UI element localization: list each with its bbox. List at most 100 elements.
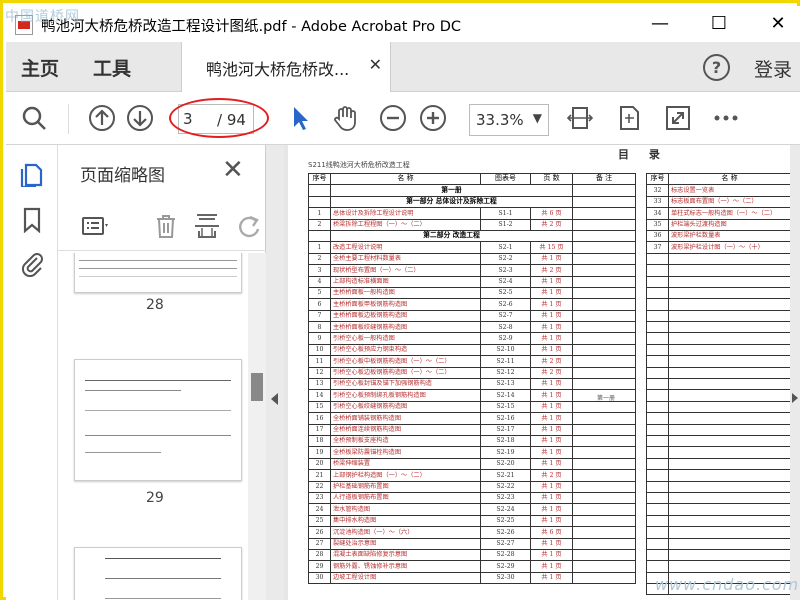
thumbnail-scrollbar[interactable] xyxy=(248,253,266,600)
empty-row xyxy=(646,252,790,266)
blank-cell xyxy=(646,491,669,505)
row-code: S2-20 xyxy=(480,457,531,471)
login-button[interactable]: 登录 xyxy=(754,55,792,82)
table-row: 24 泄水管构造图 S2-24 共 1 页 xyxy=(308,503,636,516)
blank-cell xyxy=(646,526,669,539)
row-name: 集中排水构造图 xyxy=(330,514,481,528)
row-pages: 共 2 页 xyxy=(530,366,573,380)
row-pages: 共 1 页 xyxy=(530,423,573,437)
empty-row xyxy=(646,298,790,311)
row-name: 沉淀池构造图（一）～（六） xyxy=(330,526,481,539)
thumbnail-page-30[interactable] xyxy=(74,547,242,600)
tools-menu[interactable]: 工具 xyxy=(93,54,131,81)
blank-cell xyxy=(668,366,790,380)
col-header: 序号 xyxy=(308,172,331,186)
row-remark xyxy=(572,469,636,482)
row-number: 20 xyxy=(308,457,331,471)
scrollbar-thumb[interactable] xyxy=(251,373,263,401)
collapse-right-panel-handle[interactable] xyxy=(790,145,800,600)
document-view[interactable]: S211线鸭池河大桥危桥改造工程 目 录 序号 名 称 图表号 页 数 备 注 … xyxy=(284,145,790,600)
row-code: S2-9 xyxy=(480,332,531,345)
row-number: 4 xyxy=(308,275,331,288)
close-tab-icon[interactable]: ✕ xyxy=(369,55,382,74)
attachment-icon[interactable] xyxy=(19,251,45,278)
close-button[interactable]: ✕ xyxy=(762,10,794,38)
row-name: 单柱式标志一般构造图（一）～（二） xyxy=(668,207,790,220)
row-name: 上部构造标准横面图 xyxy=(330,275,481,288)
row-name: 上部钢护栏构造图（一）～（二） xyxy=(330,469,481,482)
row-number: 36 xyxy=(646,229,669,243)
previous-page-icon[interactable] xyxy=(88,104,116,132)
document-tab[interactable]: 鸭池河大桥危桥改... ✕ xyxy=(181,42,391,92)
empty-row xyxy=(646,378,790,391)
minimize-button[interactable]: — xyxy=(644,10,676,38)
table-row: 6 主桥桥面板甲板钢筋构造图 S2-6 共 1 页 xyxy=(308,298,636,311)
search-icon[interactable] xyxy=(20,104,48,132)
row-pages: 共 1 页 xyxy=(530,252,573,266)
delete-page-icon[interactable] xyxy=(151,211,181,241)
blank-cell xyxy=(646,343,669,357)
document-heading: S211线鸭池河大桥危桥改造工程 xyxy=(308,161,410,169)
table-row: 29 钢筋外露、锈蚀修补示意图 S2-29 共 1 页 xyxy=(308,560,636,573)
row-remark xyxy=(572,537,636,550)
table-row: 33 标志板面布置图（一）～（二） xyxy=(646,195,790,209)
blank-cell xyxy=(646,355,669,368)
thumbnail-options-icon[interactable] xyxy=(80,211,110,241)
table-row: 8 主桥桥面板绞缝钢筋构造图 S2-8 共 1 页 xyxy=(308,321,636,334)
zoom-out-icon[interactable] xyxy=(379,104,407,132)
maximize-button[interactable]: ☐ xyxy=(703,10,735,38)
fit-page-icon[interactable] xyxy=(566,104,594,132)
row-code: S2-10 xyxy=(480,343,531,357)
full-screen-icon[interactable] xyxy=(664,104,692,132)
close-panel-icon[interactable]: ✕ xyxy=(222,155,244,185)
row-remark xyxy=(572,355,636,368)
blank-cell xyxy=(646,332,669,345)
table-row: 2 全桥主要工程材料数量表 S2-2 共 1 页 xyxy=(308,252,636,266)
row-number: 16 xyxy=(308,412,331,425)
collapse-left-panel-handle[interactable] xyxy=(266,145,284,600)
zoom-select[interactable]: 33.3% ▼ xyxy=(469,104,549,136)
row-remark xyxy=(572,480,636,493)
table-row: 23 人行道板钢筋布置图 S2-23 共 1 页 xyxy=(308,491,636,505)
fit-width-icon[interactable] xyxy=(615,104,643,132)
hand-tool-icon[interactable] xyxy=(331,104,359,132)
navigation-rail xyxy=(6,145,58,600)
empty-row xyxy=(646,286,790,300)
page-thumbnails-icon[interactable] xyxy=(19,161,45,189)
row-remark xyxy=(572,503,636,516)
row-remark xyxy=(572,412,636,425)
blank-cell xyxy=(646,469,669,482)
thumbnail-page-28[interactable] xyxy=(74,253,242,293)
select-cursor-icon[interactable] xyxy=(286,104,314,132)
empty-row xyxy=(646,446,790,459)
rotate-page-icon[interactable] xyxy=(234,211,264,241)
blank-cell xyxy=(668,514,790,528)
row-remark xyxy=(572,241,636,254)
zoom-in-icon[interactable] xyxy=(419,104,447,132)
row-remark xyxy=(572,560,636,573)
blank-cell xyxy=(668,503,790,516)
help-icon[interactable]: ? xyxy=(703,54,730,81)
thumbnail-page-29[interactable] xyxy=(74,359,242,481)
extract-page-icon[interactable] xyxy=(192,211,222,241)
row-name: 全桥桥面连续钢筋构造图 xyxy=(330,423,481,437)
row-name: 引桥空心板中板钢筋构造图（一）～（二） xyxy=(330,355,481,368)
document-tab-label: 鸭池河大桥危桥改... xyxy=(206,60,350,79)
table-row: 14 引桥空心板预制绑孔板钢筋构造图 S2-14 共 1 页 xyxy=(308,389,636,402)
next-page-icon[interactable] xyxy=(126,104,154,132)
thumbnail-label: 29 xyxy=(146,490,164,506)
row-number: 13 xyxy=(308,378,331,391)
bookmark-icon[interactable] xyxy=(19,207,45,234)
row-number: 8 xyxy=(308,321,331,334)
table-row: 26 沉淀池构造图（一）～（六） S2-26 共 6 页 xyxy=(308,526,636,539)
more-tools-icon[interactable] xyxy=(712,104,740,132)
empty-row xyxy=(646,332,790,345)
home-menu[interactable]: 主页 xyxy=(21,54,59,81)
row-pages: 共 1 页 xyxy=(530,286,573,300)
blank-cell xyxy=(668,400,790,414)
blank-cell xyxy=(668,537,790,550)
row-code: S2-12 xyxy=(480,366,531,380)
row-name: 引桥空心板预应力钢束构造 xyxy=(330,343,481,357)
blank-cell xyxy=(668,434,790,448)
row-remark xyxy=(572,571,636,585)
